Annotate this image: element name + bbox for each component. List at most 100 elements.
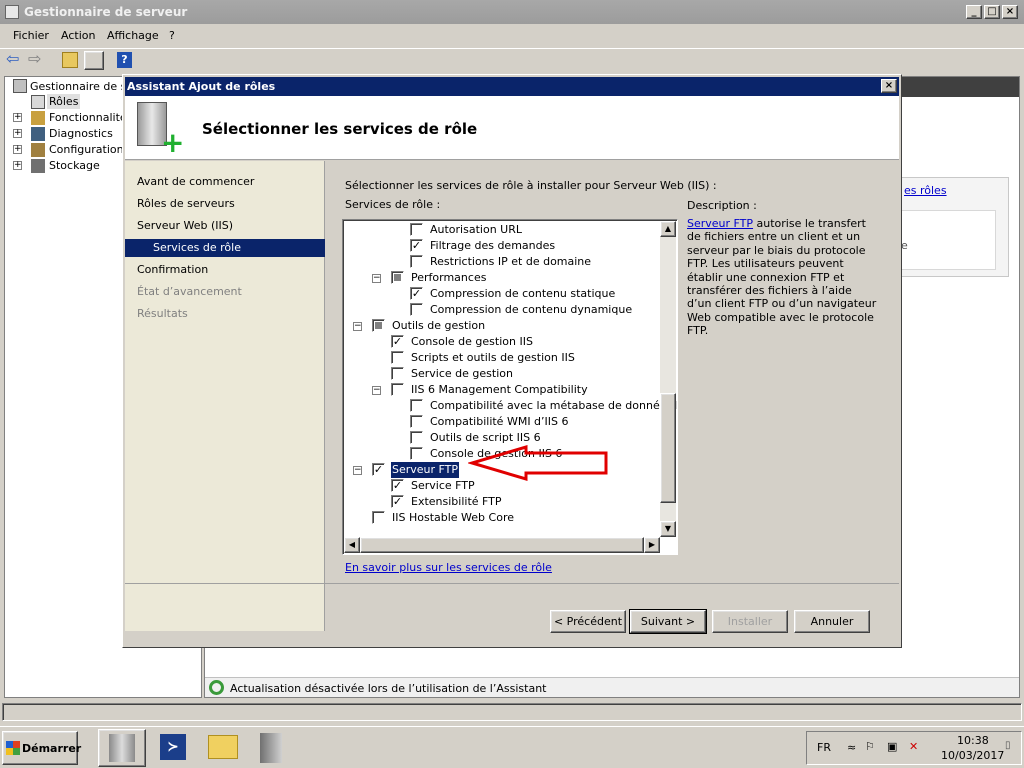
service-checkbox[interactable] bbox=[410, 399, 423, 412]
service-checkbox[interactable] bbox=[391, 383, 404, 396]
nav-confirmation[interactable]: Confirmation bbox=[125, 261, 325, 279]
service-label[interactable]: Compression de contenu statique bbox=[429, 286, 616, 302]
service-checkbox[interactable]: ✓ bbox=[410, 239, 423, 252]
service-row[interactable]: Outils de script IIS 6 bbox=[343, 430, 659, 446]
service-label[interactable]: Serveur FTP bbox=[391, 462, 460, 478]
service-label[interactable]: Outils de script IIS 6 bbox=[429, 430, 542, 446]
maximize-button[interactable]: □ bbox=[984, 5, 1000, 19]
expand-icon[interactable]: + bbox=[13, 113, 22, 122]
service-label[interactable]: Compatibilité WMI d’IIS 6 bbox=[429, 414, 570, 430]
service-checkbox[interactable] bbox=[410, 415, 423, 428]
back-icon[interactable]: ⇦ bbox=[6, 51, 24, 68]
service-row[interactable]: Compatibilité avec la métabase de donnée… bbox=[343, 398, 677, 414]
role-services-tree[interactable]: Autorisation URL ✓ Filtrage des demandes Re… bbox=[342, 219, 678, 555]
service-row[interactable]: Service de gestion bbox=[343, 366, 659, 382]
collapse-icon[interactable]: − bbox=[353, 466, 362, 475]
scroll-thumb[interactable] bbox=[660, 393, 676, 503]
task-server-tools[interactable] bbox=[248, 729, 296, 767]
service-row[interactable]: Compression de contenu dynamique bbox=[343, 302, 659, 318]
service-checkbox[interactable] bbox=[410, 303, 423, 316]
tree-item-features[interactable]: Fonctionnalités bbox=[49, 111, 132, 124]
scroll-up-button[interactable]: ▲ bbox=[660, 221, 676, 237]
tree-item-storage[interactable]: Stockage bbox=[49, 159, 100, 172]
next-button[interactable]: Suivant > bbox=[629, 609, 707, 634]
service-checkbox[interactable]: ✓ bbox=[391, 495, 404, 508]
task-powershell[interactable]: ≻ bbox=[150, 729, 198, 767]
tree-item-roles[interactable]: Rôles bbox=[47, 94, 81, 109]
scroll-down-button[interactable]: ▼ bbox=[660, 521, 676, 537]
learn-more-link[interactable]: En savoir plus sur les services de rôle bbox=[345, 561, 552, 574]
service-row[interactable]: Scripts et outils de gestion IIS bbox=[343, 350, 659, 366]
service-label[interactable]: Extensibilité FTP bbox=[410, 494, 503, 510]
previous-button[interactable]: < Précédent bbox=[550, 610, 626, 633]
service-row[interactable]: − Performances bbox=[343, 270, 659, 286]
service-label[interactable]: Restrictions IP et de domaine bbox=[429, 254, 592, 270]
service-label[interactable]: Autorisation URL bbox=[429, 222, 523, 238]
menu-fichier[interactable]: Fichier bbox=[13, 29, 49, 42]
service-checkbox[interactable] bbox=[391, 351, 404, 364]
task-explorer[interactable] bbox=[200, 729, 248, 767]
service-label[interactable]: Console de gestion IIS bbox=[410, 334, 534, 350]
service-checkbox[interactable] bbox=[410, 447, 423, 460]
service-label[interactable]: Performances bbox=[410, 270, 487, 286]
service-label[interactable]: Service de gestion bbox=[410, 366, 514, 382]
service-checkbox[interactable] bbox=[410, 255, 423, 268]
main-title-bar[interactable]: Gestionnaire de serveur _ □ × bbox=[0, 0, 1024, 24]
service-checkbox[interactable]: ✓ bbox=[391, 335, 404, 348]
cancel-button[interactable]: Annuler bbox=[794, 610, 870, 633]
nav-services-de-role[interactable]: Services de rôle bbox=[125, 239, 325, 257]
service-label[interactable]: Compression de contenu dynamique bbox=[429, 302, 633, 318]
expand-icon[interactable]: + bbox=[13, 129, 22, 138]
service-row[interactable]: Compatibilité WMI d’IIS 6 bbox=[343, 414, 659, 430]
service-label[interactable]: Filtrage des demandes bbox=[429, 238, 556, 254]
service-checkbox[interactable] bbox=[410, 223, 423, 236]
service-checkbox[interactable] bbox=[391, 367, 404, 380]
collapse-icon[interactable]: − bbox=[372, 274, 381, 283]
tree-item-configuration[interactable]: Configuration bbox=[49, 143, 124, 156]
flag-icon[interactable]: ⚐ bbox=[865, 740, 875, 753]
service-label[interactable]: Scripts et outils de gestion IIS bbox=[410, 350, 576, 366]
forward-icon[interactable]: ⇨ bbox=[28, 51, 46, 68]
scroll-h-thumb[interactable] bbox=[360, 537, 644, 553]
nav-serveur-web[interactable]: Serveur Web (IIS) bbox=[125, 217, 325, 235]
service-checkbox[interactable]: ✓ bbox=[372, 463, 385, 476]
network-icon[interactable]: ▣ bbox=[887, 740, 897, 753]
service-checkbox[interactable] bbox=[372, 511, 385, 524]
up-folder-icon[interactable] bbox=[62, 52, 78, 68]
expand-icon[interactable]: + bbox=[13, 161, 22, 170]
show-desktop-icon[interactable]: ▯ bbox=[1005, 740, 1017, 756]
collapse-icon[interactable]: − bbox=[372, 386, 381, 395]
nav-roles-de-serveurs[interactable]: Rôles de serveurs bbox=[125, 195, 325, 213]
scroll-left-button[interactable]: ◀ bbox=[344, 537, 360, 553]
menu-affichage[interactable]: Affichage bbox=[107, 29, 159, 42]
expand-icon[interactable]: + bbox=[13, 145, 22, 154]
nav-avant-de-commencer[interactable]: Avant de commencer bbox=[125, 173, 325, 191]
menu-help[interactable]: ? bbox=[169, 29, 175, 42]
help-icon[interactable]: ? bbox=[117, 52, 132, 68]
clock-time[interactable]: 10:38 bbox=[957, 734, 989, 747]
service-checkbox[interactable] bbox=[410, 431, 423, 444]
roles-link[interactable]: es rôles bbox=[904, 184, 947, 197]
service-row[interactable]: − Outils de gestion bbox=[343, 318, 659, 334]
service-label[interactable]: Service FTP bbox=[410, 478, 476, 494]
collapse-icon[interactable]: − bbox=[353, 322, 362, 331]
volume-muted-icon[interactable]: ✕ bbox=[909, 740, 918, 753]
service-row[interactable]: ✓ Console de gestion IIS bbox=[343, 334, 659, 350]
tree-item-diagnostics[interactable]: Diagnostics bbox=[49, 127, 113, 140]
install-button[interactable]: Installer bbox=[712, 610, 788, 633]
dialog-title-bar[interactable]: Assistant Ajout de rôles × bbox=[125, 77, 899, 96]
service-row[interactable]: Autorisation URL bbox=[343, 222, 659, 238]
description-link[interactable]: Serveur FTP bbox=[687, 217, 753, 230]
service-row[interactable]: ✓ Compression de contenu statique bbox=[343, 286, 659, 302]
service-label[interactable]: IIS Hostable Web Core bbox=[391, 510, 515, 526]
task-server-manager[interactable] bbox=[98, 729, 146, 767]
minimize-button[interactable]: _ bbox=[966, 5, 982, 19]
service-checkbox[interactable]: ✓ bbox=[410, 287, 423, 300]
service-checkbox[interactable] bbox=[391, 271, 404, 284]
service-label[interactable]: Compatibilité avec la métabase de donnée… bbox=[429, 398, 677, 414]
show-hidden-icon[interactable]: ≈ bbox=[847, 741, 856, 754]
service-row[interactable]: ✓ Extensibilité FTP bbox=[343, 494, 659, 510]
horizontal-scrollbar[interactable]: ◀ ▶ bbox=[344, 537, 660, 553]
start-button[interactable]: Démarrer bbox=[2, 731, 81, 765]
service-checkbox[interactable] bbox=[372, 319, 385, 332]
